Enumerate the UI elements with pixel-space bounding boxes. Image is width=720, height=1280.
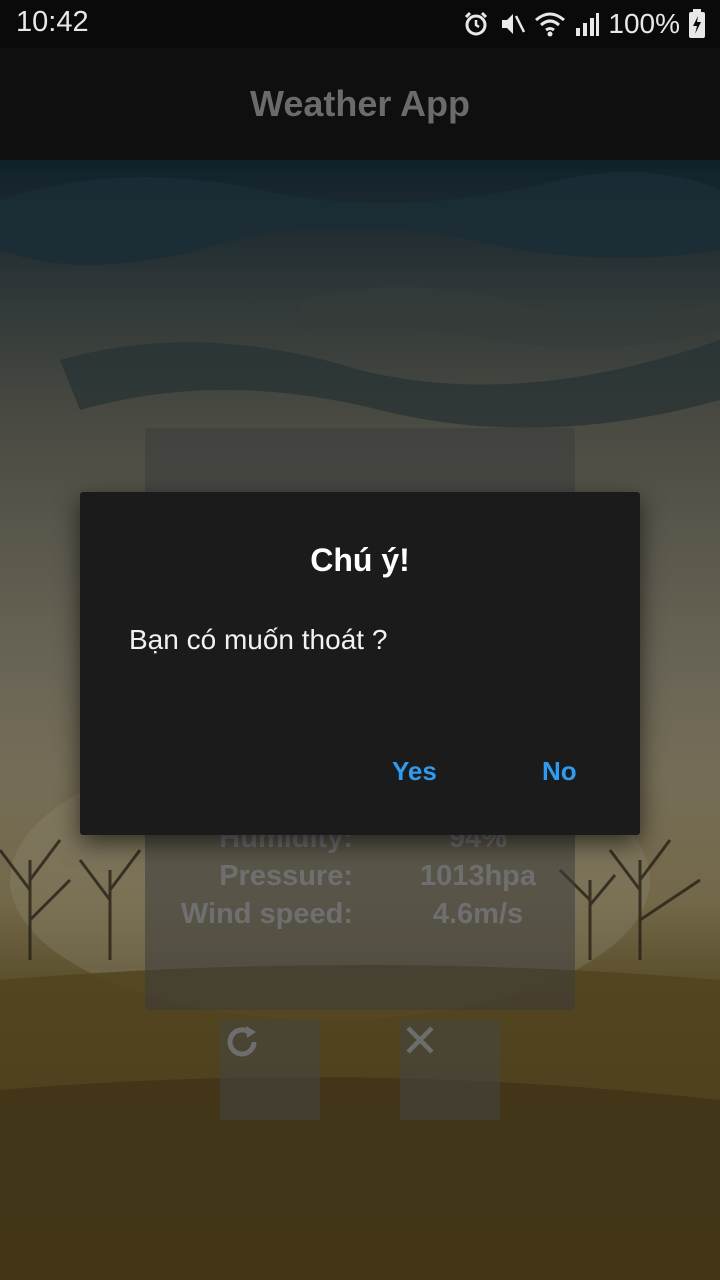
exit-dialog: Chú ý! Bạn có muốn thoát ? Yes No <box>80 492 640 835</box>
dialog-message: Bạn có muốn thoát ? <box>129 624 388 655</box>
dialog-title: Chú ý! <box>310 542 410 578</box>
yes-button[interactable]: Yes <box>392 756 437 787</box>
no-button[interactable]: No <box>542 756 577 787</box>
